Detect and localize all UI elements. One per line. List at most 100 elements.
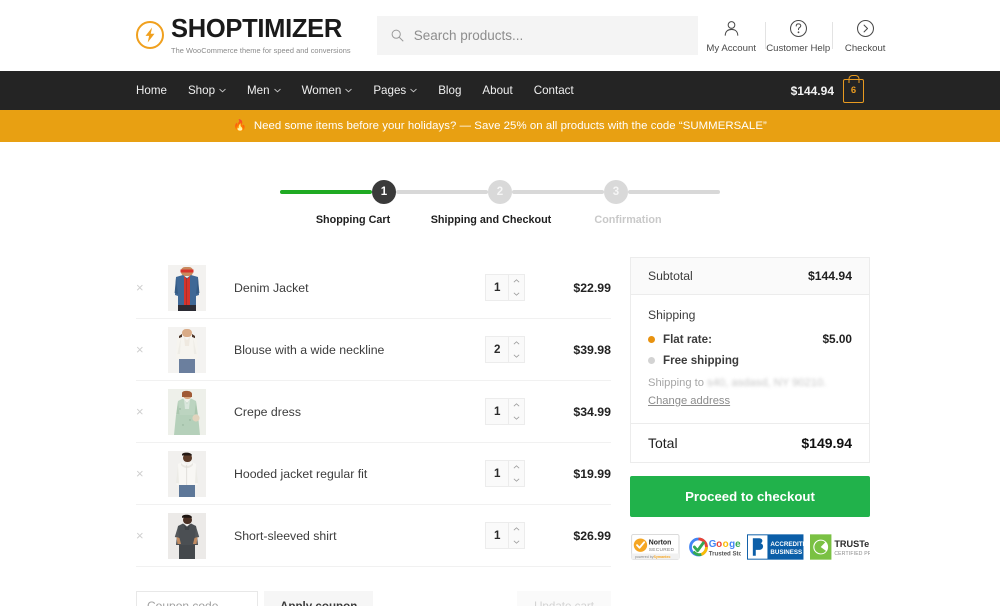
shipping-destination-address: s40, asdasd, NY 90210.	[707, 377, 827, 389]
site-logo[interactable]: SHOPTIMIZER The WooCommerce theme for sp…	[136, 16, 351, 55]
chevron-down-icon	[345, 88, 353, 93]
remove-item-button[interactable]: ×	[136, 280, 158, 295]
quantity-increment-button[interactable]	[509, 461, 524, 474]
cart-item-count: 6	[850, 85, 857, 96]
radio-selected-icon[interactable]	[648, 335, 655, 343]
quantity-increment-button[interactable]	[509, 523, 524, 536]
nav-item-label: Home	[136, 84, 167, 97]
hooded-jacket-photo[interactable]	[168, 450, 206, 497]
short-sleeved-shirt-photo[interactable]	[168, 512, 206, 559]
cart-item-price: $26.99	[573, 528, 611, 543]
cart-item-name[interactable]: Denim Jacket	[234, 281, 485, 295]
quantity-value[interactable]: 1	[486, 405, 508, 418]
shopping-bag-icon[interactable]: 6	[843, 78, 864, 103]
quantity-value[interactable]: 2	[486, 343, 508, 356]
search-input[interactable]	[413, 28, 684, 43]
nav-item-women[interactable]: Women	[302, 84, 353, 97]
quantity-decrement-button[interactable]	[509, 412, 524, 425]
nav-item-label: Contact	[533, 84, 574, 97]
truste-certified-privacy-badge: TRUSTe CERTIFIED PRIVACY	[809, 534, 870, 560]
quantity-stepper[interactable]: 2	[485, 336, 525, 363]
subtotal-row: Subtotal $144.94	[631, 258, 869, 295]
header-action-label: Customer Help	[766, 43, 831, 54]
quantity-increment-button[interactable]	[509, 275, 524, 288]
nav-item-pages[interactable]: Pages	[373, 84, 417, 97]
shipping-option-flat-rate[interactable]: Flat rate: $5.00	[648, 332, 852, 346]
stepper-circle-3[interactable]: 3	[604, 180, 628, 204]
cart-item-name[interactable]: Crepe dress	[234, 405, 485, 419]
question-circle-icon	[789, 17, 808, 39]
quantity-decrement-button[interactable]	[509, 288, 524, 301]
shipping-option-label: Flat rate:	[663, 332, 712, 346]
crepe-dress-photo[interactable]	[168, 388, 206, 435]
quantity-stepper[interactable]: 1	[485, 274, 525, 301]
stepper-label-1: Shopping Cart	[315, 214, 391, 226]
coupon-input[interactable]	[136, 591, 258, 606]
proceed-to-checkout-button[interactable]: Proceed to checkout	[630, 476, 870, 517]
cart-item-price: $39.98	[573, 342, 611, 357]
cart-item-price: $19.99	[573, 466, 611, 481]
cart-item-name[interactable]: Short-sleeved shirt	[234, 529, 485, 543]
quantity-value[interactable]: 1	[486, 467, 508, 480]
quantity-stepper[interactable]: 1	[485, 460, 525, 487]
brand-tagline: The WooCommerce theme for speed and conv…	[171, 45, 351, 55]
shipping-destination: Shipping to s40, asdasd, NY 90210.	[648, 377, 852, 389]
quantity-decrement-button[interactable]	[509, 474, 524, 487]
blouse-photo[interactable]	[168, 326, 206, 373]
svg-text:o: o	[722, 539, 728, 550]
search-bar[interactable]	[376, 16, 698, 55]
cart-row: × Hooded jacket regular fit 1 $19.99	[136, 443, 611, 505]
quantity-decrement-button[interactable]	[509, 350, 524, 363]
cart-row: × Short-sleeved shirt 1 $26.99	[136, 505, 611, 567]
radio-unselected-icon[interactable]	[648, 357, 655, 364]
stepper-segment-4	[628, 190, 720, 194]
nav-item-shop[interactable]: Shop	[188, 84, 226, 97]
stepper-label-2: Shipping and Checkout	[430, 214, 552, 226]
remove-item-button[interactable]: ×	[136, 404, 158, 419]
header-actions: My Account Customer Help Checkout	[698, 17, 899, 54]
change-address-link[interactable]: Change address	[648, 395, 730, 407]
remove-item-button[interactable]: ×	[136, 342, 158, 357]
user-icon	[722, 17, 741, 39]
cart-row: × Blouse with a wide neckline 2 $39.98	[136, 319, 611, 381]
stepper-labels: Shopping Cart Shipping and Checkout Conf…	[280, 214, 720, 230]
apply-coupon-button[interactable]: Apply coupon	[264, 591, 374, 606]
nav-item-men[interactable]: Men	[247, 84, 281, 97]
svg-text:TRUSTe: TRUSTe	[834, 539, 869, 549]
promo-banner: 🔥 Need some items before your holidays? …	[0, 110, 1000, 142]
nav-item-label: Pages	[373, 84, 407, 97]
nav-item-about[interactable]: About	[482, 84, 512, 97]
cart-row: × Denim Jacket 1 $22.99	[136, 257, 611, 319]
cart-main: × Denim Jacket 1 $22.99 × Blouse with a …	[0, 230, 1000, 606]
bbb-accredited-business-badge: ACCREDITED BUSINESS	[747, 534, 804, 560]
nav-item-blog[interactable]: Blog	[438, 84, 461, 97]
promo-text: Need some items before your holidays? — …	[253, 120, 767, 132]
stepper-segment-3	[512, 190, 604, 194]
stepper-label-3: Confirmation	[594, 214, 662, 226]
quantity-stepper[interactable]: 1	[485, 398, 525, 425]
stepper-circle-2[interactable]: 2	[488, 180, 512, 204]
svg-text:g: g	[729, 539, 735, 550]
quantity-stepper[interactable]: 1	[485, 522, 525, 549]
quantity-value[interactable]: 1	[486, 529, 508, 542]
denim-jacket-photo[interactable]	[168, 264, 206, 311]
cart-widget[interactable]: $144.94 6	[791, 78, 864, 103]
svg-text:SECURED: SECURED	[649, 547, 675, 553]
nav-item-home[interactable]: Home	[136, 84, 167, 97]
quantity-value[interactable]: 1	[486, 281, 508, 294]
shipping-option-free-shipping[interactable]: Free shipping	[648, 354, 852, 367]
header-action-checkout[interactable]: Checkout	[831, 17, 899, 54]
quantity-increment-button[interactable]	[509, 399, 524, 412]
quantity-increment-button[interactable]	[509, 337, 524, 350]
shipping-destination-prefix: Shipping to	[648, 377, 704, 389]
remove-item-button[interactable]: ×	[136, 466, 158, 481]
remove-item-button[interactable]: ×	[136, 528, 158, 543]
stepper-circle-1[interactable]: 1	[372, 180, 396, 204]
header-action-customer-help[interactable]: Customer Help	[764, 17, 832, 54]
cart-item-name[interactable]: Hooded jacket regular fit	[234, 467, 485, 481]
quantity-decrement-button[interactable]	[509, 536, 524, 549]
header-action-my-account[interactable]: My Account	[698, 17, 765, 54]
cart-item-name[interactable]: Blouse with a wide neckline	[234, 343, 485, 357]
nav-item-contact[interactable]: Contact	[534, 84, 574, 97]
cart-item-price: $34.99	[573, 404, 611, 419]
